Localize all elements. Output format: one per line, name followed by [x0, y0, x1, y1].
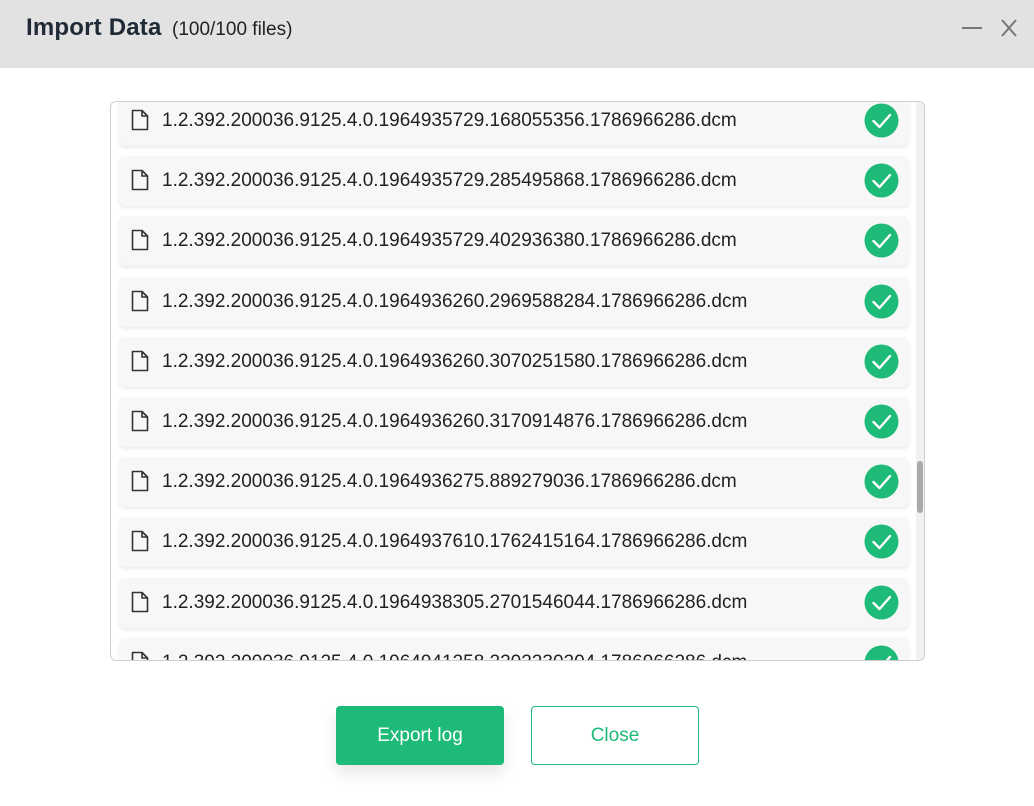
success-check-icon	[864, 585, 899, 620]
file-count: (100/100 files)	[172, 19, 293, 40]
file-name: 1.2.392.200036.9125.4.0.1964936275.88927…	[162, 471, 737, 493]
file-row: 1.2.392.200036.9125.4.0.1964935729.16805…	[119, 102, 909, 146]
success-check-icon	[864, 284, 899, 319]
file-icon	[131, 410, 149, 432]
file-name: 1.2.392.200036.9125.4.0.1964935729.16805…	[162, 110, 737, 131]
file-name: 1.2.392.200036.9125.4.0.1964936260.31709…	[162, 411, 748, 432]
file-icon	[131, 290, 149, 311]
minimize-button[interactable]	[958, 14, 986, 42]
success-check-icon	[864, 163, 899, 198]
success-check-icon	[864, 645, 899, 660]
file-row: 1.2.392.200036.9125.4.0.1964936260.30702…	[119, 336, 909, 387]
minimize-icon	[962, 27, 982, 29]
file-icon	[131, 230, 149, 251]
close-window-button[interactable]	[995, 14, 1023, 42]
file-icon	[131, 109, 149, 131]
success-check-icon	[864, 344, 899, 379]
success-check-icon	[864, 103, 899, 138]
file-row: 1.2.392.200036.9125.4.0.1964936260.29695…	[119, 276, 909, 327]
file-row: 1.2.392.200036.9125.4.0.1964937610.17624…	[119, 517, 909, 568]
file-row: 1.2.392.200036.9125.4.0.1964935729.28549…	[119, 156, 909, 207]
file-name: 1.2.392.200036.9125.4.0.1964936260.30702…	[162, 350, 748, 372]
file-row: 1.2.392.200036.9125.4.0.1964938305.27015…	[119, 577, 909, 628]
file-row: 1.2.392.200036.9125.4.0.1964936275.88927…	[119, 457, 909, 508]
file-name: 1.2.392.200036.9125.4.0.1964941258.22022…	[162, 652, 747, 660]
file-icon	[131, 591, 149, 612]
file-icon	[131, 651, 149, 660]
file-list-viewport[interactable]: 1.2.392.200036.9125.4.0.1964935729.16805…	[111, 102, 916, 660]
file-name: 1.2.392.200036.9125.4.0.1964935729.40293…	[162, 230, 737, 252]
file-row: 1.2.392.200036.9125.4.0.1964935729.40293…	[119, 216, 909, 267]
file-name: 1.2.392.200036.9125.4.0.1964935729.28549…	[162, 170, 737, 192]
success-check-icon	[864, 464, 899, 499]
file-icon	[131, 470, 149, 492]
file-list-panel: 1.2.392.200036.9125.4.0.1964935729.16805…	[110, 101, 925, 661]
file-icon	[131, 169, 149, 191]
success-check-icon	[864, 223, 899, 258]
file-name: 1.2.392.200036.9125.4.0.1964936260.29695…	[162, 290, 748, 312]
export-log-button[interactable]: Export log	[336, 706, 504, 765]
file-icon	[131, 350, 149, 372]
dialog-title: Import Data	[26, 14, 162, 41]
title-bar: Import Data (100/100 files)	[0, 0, 1034, 68]
file-icon	[131, 531, 149, 552]
file-name: 1.2.392.200036.9125.4.0.1964937610.17624…	[162, 531, 748, 553]
close-button[interactable]: Close	[531, 706, 699, 765]
close-icon	[1001, 19, 1017, 37]
file-row: 1.2.392.200036.9125.4.0.1964936260.31709…	[119, 397, 909, 447]
file-row: 1.2.392.200036.9125.4.0.1964941258.22022…	[119, 637, 909, 660]
success-check-icon	[864, 404, 899, 439]
file-name: 1.2.392.200036.9125.4.0.1964938305.27015…	[162, 591, 748, 613]
file-list-scrollbar[interactable]	[916, 102, 924, 660]
success-check-icon	[864, 524, 899, 559]
scrollbar-thumb[interactable]	[917, 461, 923, 513]
